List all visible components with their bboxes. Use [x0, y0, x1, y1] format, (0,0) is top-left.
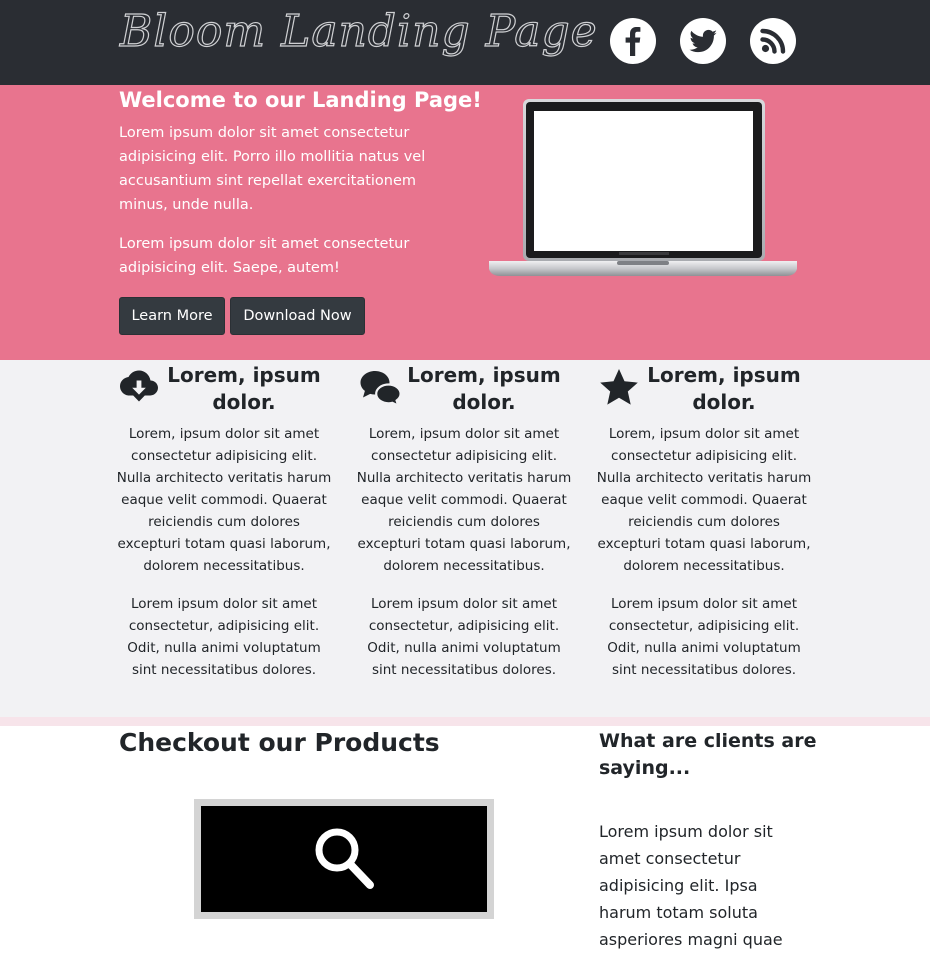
testimonials-title: What are clients are saying... [599, 730, 817, 779]
cloud-download-icon [120, 370, 158, 402]
hero-title: Welcome to our Landing Page! [119, 88, 482, 112]
rss-icon [760, 28, 786, 54]
feature-title: Lorem, ipsum dolor. [647, 363, 801, 414]
feature-title: Lorem, ipsum dolor. [407, 363, 561, 414]
download-now-button[interactable]: Download Now [230, 297, 365, 335]
facebook-link[interactable] [610, 18, 656, 64]
facebook-icon [625, 27, 641, 56]
star-icon [600, 369, 638, 405]
feature-text-2: Lorem ipsum dolor sit amet consectetur, … [127, 596, 321, 678]
product-image[interactable] [201, 806, 487, 912]
feature-text-2: Lorem ipsum dolor sit amet consectetur, … [367, 596, 561, 678]
feature-text-1: Lorem, ipsum dolor sit amet consectetur … [596, 426, 812, 574]
rss-link[interactable] [750, 18, 796, 64]
feature-text-2: Lorem ipsum dolor sit amet consectetur, … [607, 596, 801, 678]
testimonial-text: Lorem ipsum dolor sit amet consectetur a… [599, 822, 783, 949]
hero-paragraph-1: Lorem ipsum dolor sit amet consectetur a… [119, 125, 426, 213]
products-title: Checkout our Products [119, 728, 440, 757]
section-divider [0, 717, 930, 726]
feature-text-1: Lorem, ipsum dolor sit amet consectetur … [116, 426, 332, 574]
twitter-icon [689, 29, 717, 53]
learn-more-button[interactable]: Learn More [119, 297, 225, 335]
laptop-image [489, 99, 797, 276]
product-gallery[interactable] [194, 799, 494, 919]
search-icon [315, 828, 374, 889]
site-logo[interactable]: Bloom Landing Page [119, 5, 598, 57]
features-section: Lorem, ipsum dolor. Lorem, ipsum dolor s… [0, 360, 930, 717]
comments-icon [360, 371, 402, 406]
site-header: Bloom Landing Page [0, 0, 930, 85]
feature-title: Lorem, ipsum dolor. [167, 363, 321, 414]
hero-section: Welcome to our Landing Page! Lorem ipsum… [0, 85, 930, 360]
hero-paragraph-2: Lorem ipsum dolor sit amet consectetur a… [119, 236, 410, 276]
twitter-link[interactable] [680, 18, 726, 64]
feature-text-1: Lorem, ipsum dolor sit amet consectetur … [356, 426, 572, 574]
